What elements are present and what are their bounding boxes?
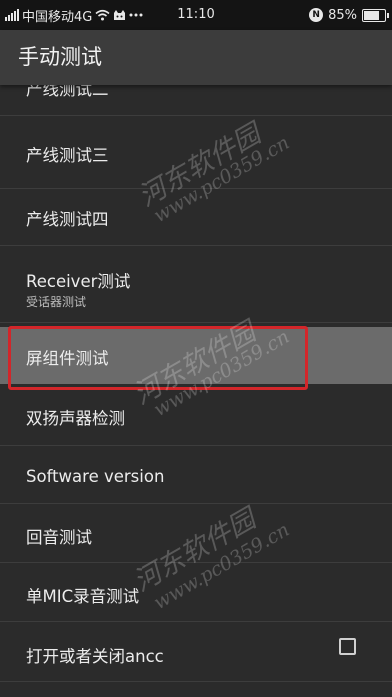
list-item-label: 产线测试三	[26, 146, 109, 165]
highlight-annotation-box	[8, 326, 308, 390]
test-list: 产线测试二 产线测试三 产线测试四 Receiver测试 受话器测试 屏组件测试…	[0, 85, 392, 697]
list-item-label: Receiver测试	[26, 272, 131, 291]
list-item-label: 双扬声器检测	[26, 409, 125, 428]
ancc-checkbox[interactable]	[339, 638, 356, 655]
action-bar: 手动测试	[0, 30, 392, 85]
list-item-label: 打开或者关闭ancc	[26, 647, 164, 666]
list-item-software-version[interactable]: Software version	[0, 446, 392, 504]
list-item-single-mic-record-test[interactable]: 单MIC录音测试	[0, 563, 392, 622]
list-divider	[0, 681, 392, 682]
list-item-line-test-2[interactable]: 产线测试二	[0, 85, 392, 116]
list-item-line-test-4[interactable]: 产线测试四	[0, 189, 392, 246]
list-divider	[0, 322, 392, 323]
list-item-label: 产线测试四	[26, 210, 109, 229]
list-item-toggle-ancc[interactable]: 打开或者关闭ancc	[0, 622, 392, 682]
nfc-icon: N	[309, 8, 324, 22]
list-item-echo-test[interactable]: 回音测试	[0, 504, 392, 563]
list-item-label: 单MIC录音测试	[26, 587, 140, 606]
list-item-receiver-test[interactable]: Receiver测试 受话器测试	[0, 246, 392, 323]
list-item-dual-speaker-test[interactable]: 双扬声器检测	[0, 384, 392, 446]
list-item-label: 回音测试	[26, 528, 92, 547]
list-item-line-test-3[interactable]: 产线测试三	[0, 116, 392, 189]
page-title: 手动测试	[18, 45, 102, 69]
battery-icon	[362, 8, 389, 22]
list-item-sublabel: 受话器测试	[26, 295, 87, 309]
battery-percent: 85%	[328, 7, 357, 23]
list-item-label: Software version	[26, 467, 165, 486]
status-right: N 85%	[309, 0, 389, 30]
list-item-label: 产线测试二	[26, 85, 109, 99]
status-bar: 中国移动4G 11:10 N 85%	[0, 0, 392, 30]
